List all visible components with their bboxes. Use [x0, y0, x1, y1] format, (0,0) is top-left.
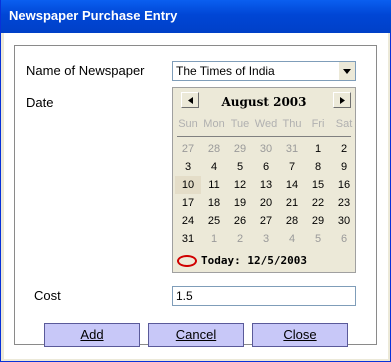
date-label: Date — [26, 95, 54, 110]
calendar-day[interactable]: 16 — [331, 176, 357, 194]
calendar-day[interactable]: 30 — [331, 212, 357, 230]
calendar-day[interactable]: 26 — [227, 212, 253, 230]
calendar-day[interactable]: 7 — [279, 158, 305, 176]
weekday-header: Wed — [254, 118, 278, 130]
calendar-day[interactable]: 8 — [305, 158, 331, 176]
weekday-divider — [177, 136, 351, 137]
calendar-day[interactable]: 22 — [305, 194, 331, 212]
calendar-day[interactable]: 28 — [201, 140, 227, 158]
dialog-client-area: Name of Newspaper The Times of India Dat… — [4, 33, 388, 359]
calendar-grid: Today: 12/5/2003 Sun Mon Tue Wed Thu Fri Sat 27… — [173, 114, 355, 272]
calendar-day[interactable]: 1 — [201, 230, 227, 248]
chevron-right-icon — [339, 96, 345, 104]
cost-input[interactable]: 1.5 — [172, 286, 356, 306]
calendar-day[interactable]: 4 — [279, 230, 305, 248]
calendar-day[interactable]: 6 — [253, 158, 279, 176]
dialog-window: Newspaper Purchase Entry Name of Newspap… — [0, 0, 391, 362]
calendar-day[interactable]: 12 — [227, 176, 253, 194]
calendar-day[interactable]: 29 — [227, 140, 253, 158]
calendar-day[interactable]: 27 — [175, 140, 201, 158]
cost-value: 1.5 — [176, 289, 193, 303]
newspaper-value: The Times of India — [176, 64, 275, 78]
calendar-day[interactable]: 3 — [253, 230, 279, 248]
today-label: Today: 12/5/2003 — [201, 254, 307, 267]
today-circle-icon — [177, 255, 197, 267]
calendar-day[interactable]: 27 — [253, 212, 279, 230]
dropdown-arrow-icon[interactable] — [338, 62, 355, 80]
calendar-day[interactable]: 28 — [279, 212, 305, 230]
weekday-header: Thu — [282, 118, 302, 130]
close-button[interactable]: Close — [252, 323, 348, 347]
weekday-header: Fri — [311, 118, 325, 130]
cancel-button[interactable]: Cancel — [148, 323, 244, 347]
calendar-day[interactable]: 19 — [227, 194, 253, 212]
calendar-day[interactable]: 24 — [175, 212, 201, 230]
weekday-header: Sun — [178, 118, 198, 130]
calendar-day[interactable]: 4 — [201, 158, 227, 176]
calendar-day[interactable]: 31 — [175, 230, 201, 248]
calendar-day[interactable]: 21 — [279, 194, 305, 212]
calendar-day[interactable]: 13 — [253, 176, 279, 194]
calendar-day[interactable]: 18 — [201, 194, 227, 212]
weekday-header: Tue — [230, 118, 250, 130]
calendar-day[interactable]: 5 — [305, 230, 331, 248]
calendar-day-selected[interactable]: 10 — [175, 176, 201, 194]
calendar-day[interactable]: 2 — [331, 140, 357, 158]
calendar-day[interactable]: 1 — [305, 140, 331, 158]
newspaper-label: Name of Newspaper — [26, 63, 145, 78]
calendar-header: August 2003 — [173, 88, 355, 114]
add-button[interactable]: Add — [44, 323, 140, 347]
calendar-day[interactable]: 9 — [331, 158, 357, 176]
newspaper-select[interactable]: The Times of India — [172, 61, 356, 81]
weekday-header: Mon — [203, 118, 225, 130]
calendar-day[interactable]: 29 — [305, 212, 331, 230]
next-month-button[interactable] — [333, 92, 351, 108]
date-calendar[interactable]: August 2003 Today: 12/5/2003 Sun Mon Tue We… — [172, 87, 356, 273]
month-year-label: August 2003 — [221, 95, 307, 109]
calendar-day[interactable]: 30 — [253, 140, 279, 158]
title-bar[interactable]: Newspaper Purchase Entry — [1, 0, 391, 33]
calendar-day[interactable]: 31 — [279, 140, 305, 158]
cost-label: Cost — [34, 288, 61, 303]
calendar-day[interactable]: 20 — [253, 194, 279, 212]
calendar-day[interactable]: 5 — [227, 158, 253, 176]
calendar-day[interactable]: 6 — [331, 230, 357, 248]
calendar-day[interactable]: 2 — [227, 230, 253, 248]
calendar-day[interactable]: 3 — [175, 158, 201, 176]
calendar-day[interactable]: 25 — [201, 212, 227, 230]
window-title: Newspaper Purchase Entry — [9, 8, 178, 23]
weekday-header: Sat — [335, 118, 353, 130]
calendar-day[interactable]: 14 — [279, 176, 305, 194]
calendar-day[interactable]: 15 — [305, 176, 331, 194]
calendar-day[interactable]: 11 — [201, 176, 227, 194]
calendar-day[interactable]: 17 — [175, 194, 201, 212]
calendar-day[interactable]: 23 — [331, 194, 357, 212]
